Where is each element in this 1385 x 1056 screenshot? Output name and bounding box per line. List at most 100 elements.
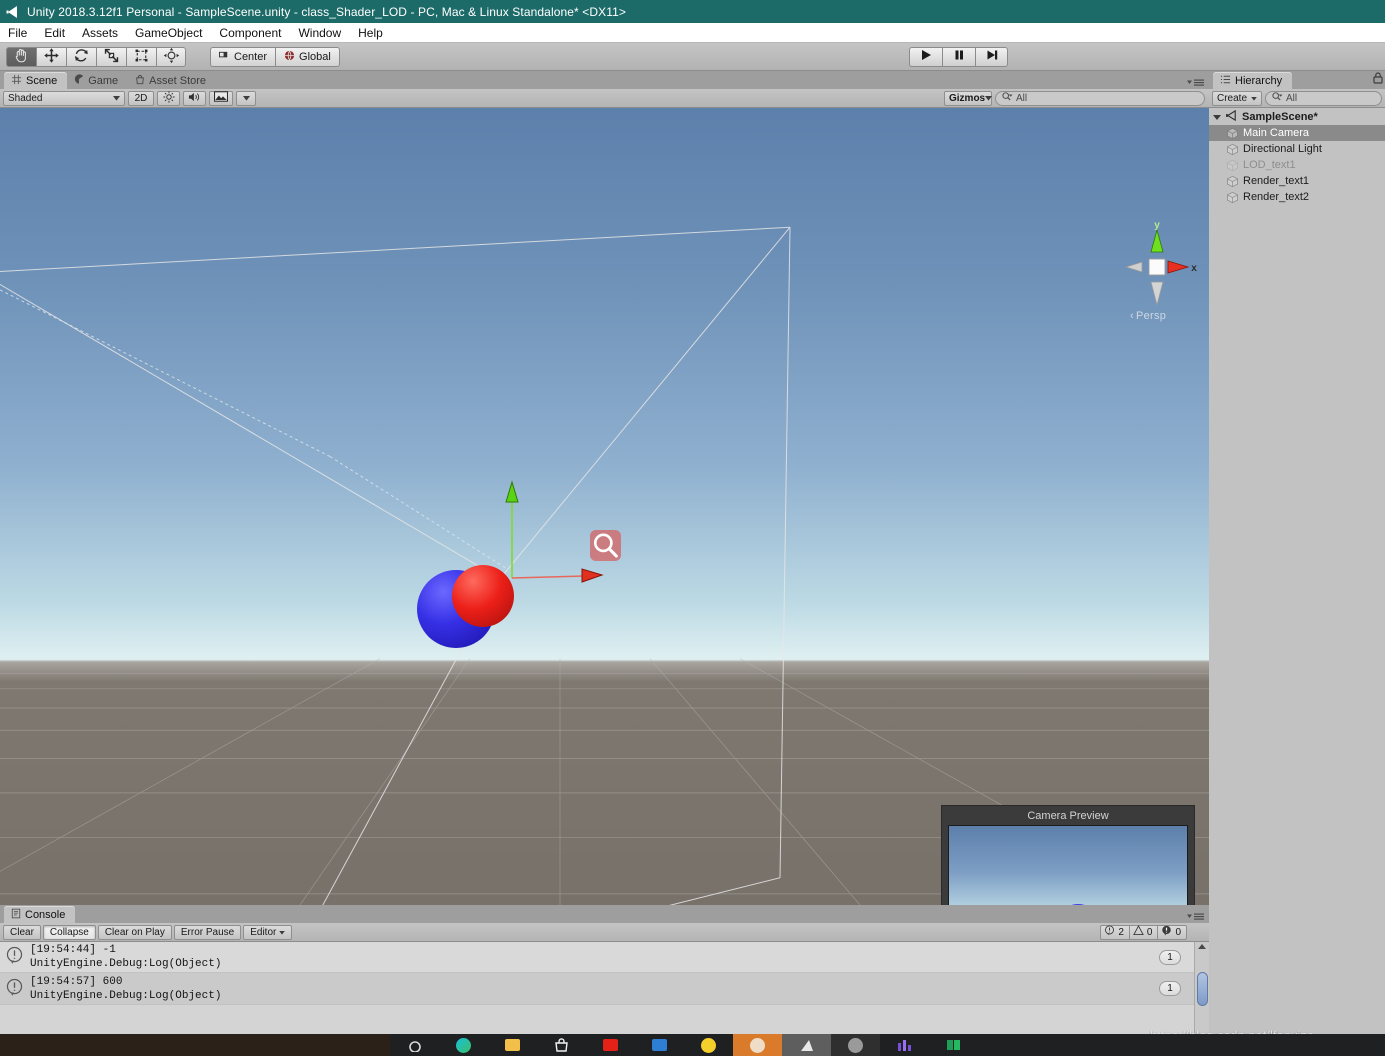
scene-magnifier-badge[interactable]: [590, 530, 621, 561]
clear-on-play-button[interactable]: Clear on Play: [97, 924, 172, 940]
pivot-space-group: Center Global: [210, 46, 340, 67]
collapse-button[interactable]: Collapse: [42, 924, 96, 940]
scene-effects-dropdown[interactable]: [236, 90, 256, 106]
step-button[interactable]: [975, 46, 1008, 67]
tab-hierarchy[interactable]: Hierarchy: [1213, 72, 1293, 89]
create-dropdown[interactable]: Create: [1212, 90, 1262, 106]
tab-console[interactable]: Console: [4, 906, 76, 923]
chart-icon[interactable]: [880, 1034, 929, 1056]
scene-view[interactable]: y x ‹ Persp Camera Preview: [0, 108, 1209, 905]
list-item[interactable]: Render_text2: [1209, 189, 1385, 205]
log-entry-text: [19:54:57] 600 UnityEngine.Debug:Log(Obj…: [30, 975, 221, 1003]
pause-button[interactable]: [942, 46, 975, 67]
editor-icon[interactable]: [782, 1034, 831, 1056]
pivot-mode-label: Center: [234, 50, 268, 63]
scene-grid-icon: [11, 74, 22, 88]
tab-asset-store[interactable]: Asset Store: [128, 72, 216, 89]
sheet-icon[interactable]: [929, 1034, 978, 1056]
scene-audio-button[interactable]: [183, 90, 206, 106]
gizmos-label: Gizmos: [949, 92, 986, 104]
drive-icon[interactable]: [684, 1034, 733, 1056]
menu-item-edit[interactable]: Edit: [44, 26, 65, 40]
scrollbar-thumb[interactable]: [1196, 972, 1208, 1006]
info-count: 2: [1118, 926, 1124, 938]
table-row[interactable]: [19:54:44] -1 UnityEngine.Debug:Log(Obje…: [0, 942, 1209, 973]
hierarchy-scene-root[interactable]: SampleScene*: [1209, 109, 1385, 125]
hierarchy-scene-label: SampleScene*: [1242, 111, 1318, 123]
toggle-2d-button[interactable]: 2D: [128, 90, 154, 106]
info-icon: [5, 946, 24, 968]
tab-scene[interactable]: Scene: [4, 72, 68, 89]
hierarchy-search-input[interactable]: All: [1265, 90, 1382, 106]
scene-panel-menu-button[interactable]: [1187, 78, 1205, 87]
menu-item-window[interactable]: Window: [298, 26, 341, 40]
space-mode-label: Global: [299, 50, 331, 63]
space-mode-button[interactable]: Global: [275, 46, 340, 67]
taskview-icon[interactable]: [390, 1034, 439, 1056]
step-icon: [985, 48, 999, 65]
draw-mode-label: Shaded: [8, 92, 43, 104]
scene-projection-label[interactable]: ‹ Persp: [1130, 310, 1166, 322]
pivot-mode-button[interactable]: Center: [210, 46, 276, 67]
gizmo-axis-y: [505, 480, 519, 578]
move-tool-button[interactable]: [36, 46, 66, 67]
workspace: Scene Game Asset Store Shaded 2D Gizmos …: [0, 71, 1385, 1056]
error-pause-button-label: Error Pause: [180, 926, 235, 938]
scene-lighting-button[interactable]: [157, 90, 180, 106]
hand-tool-button[interactable]: [6, 46, 36, 67]
list-item[interactable]: Main Camera: [1209, 125, 1385, 141]
menu-item-assets[interactable]: Assets: [82, 26, 118, 40]
table-row[interactable]: [19:54:57] 600 UnityEngine.Debug:Log(Obj…: [0, 973, 1209, 1005]
hierarchy-tree[interactable]: SampleScene* Main Camera Directional Lig…: [1209, 108, 1385, 1056]
chevron-down-icon[interactable]: [1213, 114, 1221, 120]
log-stack: UnityEngine.Debug:Log(Object): [30, 958, 222, 970]
hierarchy-search-value: All: [1286, 92, 1298, 104]
transform-tool-button[interactable]: [156, 46, 186, 67]
scroll-up-icon[interactable]: [1198, 944, 1206, 949]
play-button[interactable]: [909, 46, 942, 67]
video-icon[interactable]: [586, 1034, 635, 1056]
search-icon: [1002, 92, 1013, 104]
store-icon[interactable]: [537, 1034, 586, 1056]
warning-counter[interactable]: 0: [1128, 924, 1158, 940]
scene-search-input[interactable]: All: [995, 90, 1205, 106]
draw-mode-dropdown[interactable]: Shaded: [3, 90, 125, 106]
browser-icon[interactable]: [439, 1034, 488, 1056]
photo-icon[interactable]: [733, 1034, 782, 1056]
error-counter[interactable]: 0: [1157, 924, 1187, 940]
collapse-button-label: Collapse: [49, 926, 89, 938]
list-item[interactable]: Render_text1: [1209, 173, 1385, 189]
gizmos-dropdown[interactable]: Gizmos: [944, 90, 993, 106]
files-icon[interactable]: [635, 1034, 684, 1056]
rotate-tool-button[interactable]: [66, 46, 96, 67]
info-counter[interactable]: 2: [1100, 924, 1129, 940]
main-toolbar: Center Global: [0, 43, 1385, 71]
scale-tool-button[interactable]: [96, 46, 126, 67]
tab-game[interactable]: Game: [67, 72, 128, 89]
media-icon[interactable]: [831, 1034, 880, 1056]
menu-item-gameobject[interactable]: GameObject: [135, 26, 202, 40]
list-item[interactable]: LOD_text1: [1209, 157, 1385, 173]
error-icon: [1161, 925, 1172, 939]
error-pause-button[interactable]: Error Pause: [173, 924, 242, 940]
console-panel-menu-button[interactable]: [1187, 912, 1205, 921]
editor-dropdown[interactable]: Editor: [243, 924, 293, 940]
menu-bar: File Edit Assets GameObject Component Wi…: [0, 23, 1385, 43]
log-collapse-count: 1: [1159, 981, 1181, 996]
clear-button[interactable]: Clear: [3, 924, 41, 940]
menu-item-file[interactable]: File: [8, 26, 27, 40]
hierarchy-panel: Hierarchy Create All SampleScene* Main C…: [1209, 71, 1385, 1056]
rect-tool-button[interactable]: [126, 46, 156, 67]
hierarchy-lock-button[interactable]: [1373, 72, 1383, 87]
console-toolbar: Clear Collapse Clear on Play Error Pause…: [0, 923, 1209, 942]
list-item[interactable]: Directional Light: [1209, 141, 1385, 157]
gameobject-cube-icon: [1226, 175, 1239, 188]
taskbar-left-segment: [0, 1034, 390, 1056]
scene-effects-button[interactable]: [209, 90, 233, 106]
transform-icon: [163, 47, 180, 67]
folder-icon[interactable]: [488, 1034, 537, 1056]
menu-item-help[interactable]: Help: [358, 26, 383, 40]
console-tabstrip: Console: [0, 905, 1209, 923]
menu-item-component[interactable]: Component: [219, 26, 281, 40]
warning-icon: [1133, 924, 1144, 939]
